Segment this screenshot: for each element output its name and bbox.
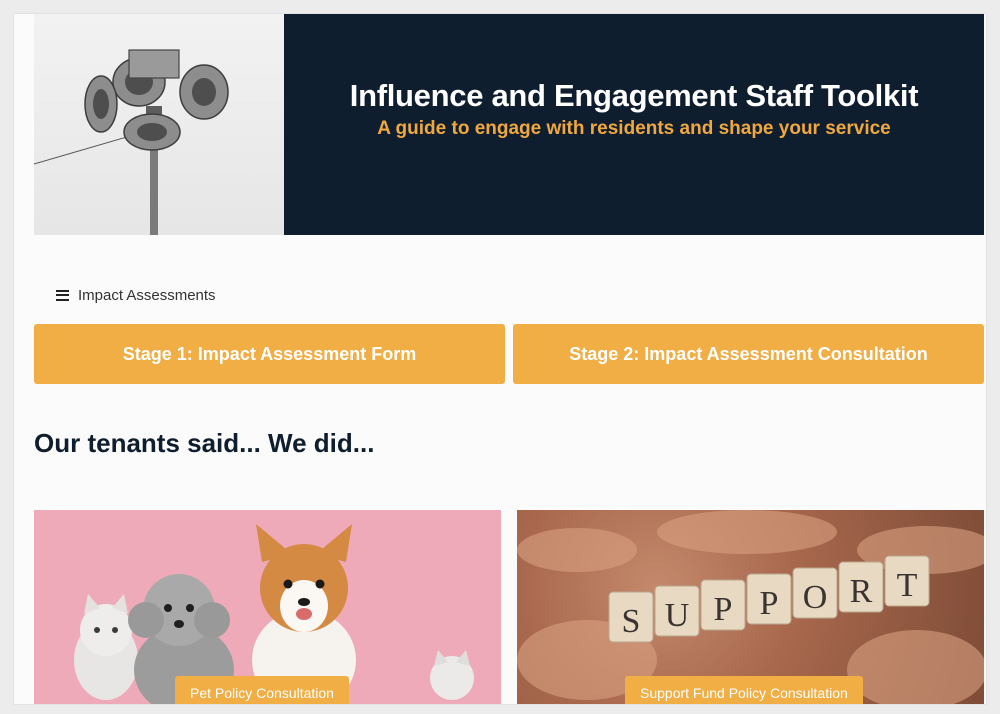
svg-text:S: S (622, 603, 641, 640)
svg-text:T: T (897, 567, 918, 604)
megaphone-icon (34, 49, 229, 235)
support-fund-label: Support Fund Policy Consultation (625, 676, 863, 704)
hero-image (34, 14, 284, 235)
support-blocks-photo: S U P P O R T (517, 510, 984, 704)
svg-text:R: R (850, 573, 873, 610)
hamburger-icon (56, 289, 69, 301)
svg-text:P: P (760, 585, 779, 622)
support-fund-policy-card[interactable]: S U P P O R T Support Fund Policy Consul… (517, 510, 984, 704)
svg-text:O: O (803, 579, 828, 616)
pets-photo (74, 524, 474, 704)
pet-policy-label: Pet Policy Consultation (175, 676, 349, 704)
stage-1-button[interactable]: Stage 1: Impact Assessment Form (34, 324, 505, 384)
page-subtitle: A guide to engage with residents and sha… (377, 118, 891, 139)
page-frame: Influence and Engagement Staff Toolkit A… (14, 14, 986, 704)
svg-text:U: U (665, 597, 690, 634)
stage-2-button[interactable]: Stage 2: Impact Assessment Consultation (513, 324, 984, 384)
svg-text:P: P (714, 591, 733, 628)
section-heading: Our tenants said... We did... (34, 428, 375, 458)
impact-assessments-menu-toggle[interactable]: Impact Assessments (56, 284, 216, 306)
pet-policy-card[interactable]: Pet Policy Consultation (34, 510, 501, 704)
menu-label: Impact Assessments (78, 286, 216, 304)
page-title: Influence and Engagement Staff Toolkit (349, 78, 919, 113)
hero-banner: Influence and Engagement Staff Toolkit A… (284, 14, 984, 235)
